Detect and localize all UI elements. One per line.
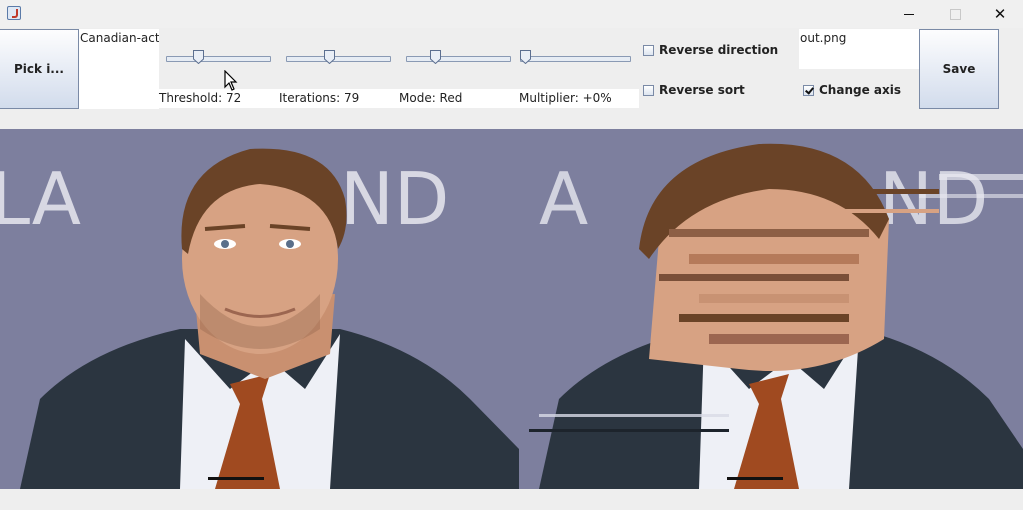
input-filename-field[interactable]: Canadian-acto [79, 29, 159, 109]
slider-thumb[interactable] [323, 50, 335, 64]
slider-track [286, 56, 391, 62]
slider-thumb[interactable] [429, 50, 441, 64]
close-icon: ✕ [993, 5, 1007, 23]
reverse-direction-label: Reverse direction [659, 43, 779, 57]
slider-track [520, 56, 631, 62]
minimize-button[interactable] [886, 0, 932, 28]
multiplier-label: Multiplier: +0% [519, 91, 612, 105]
mode-label: Mode: Red [399, 91, 463, 105]
svg-text:A: A [539, 157, 588, 241]
svg-text:ND: ND [879, 157, 988, 241]
threshold-label: Threshold: 72 [159, 91, 242, 105]
slider-track [166, 56, 271, 62]
svg-text:LA: LA [0, 157, 81, 241]
svg-text:ND: ND [340, 157, 449, 241]
slider-thumb[interactable] [193, 50, 205, 64]
reverse-sort-label: Reverse sort [659, 83, 745, 97]
mouse-pointer-icon [224, 70, 238, 91]
multiplier-slider[interactable] [520, 50, 631, 66]
sorted-image: A ND [519, 129, 1023, 489]
checkbox-box[interactable] [803, 84, 814, 96]
slider-track [406, 56, 511, 62]
threshold-slider[interactable] [166, 50, 271, 66]
reverse-direction-checkbox[interactable]: Reverse direction [643, 43, 778, 57]
pick-image-button[interactable]: Pick i... [0, 29, 79, 109]
image-area: LA ND A ND [0, 129, 1023, 489]
minimize-icon [904, 13, 914, 15]
slider-thumb[interactable] [520, 50, 531, 64]
iterations-label: Iterations: 79 [279, 91, 360, 105]
close-button[interactable]: ✕ [977, 0, 1023, 28]
checkbox-box[interactable] [643, 84, 654, 96]
maximize-icon [949, 8, 961, 20]
output-filename-field[interactable]: out.png [799, 29, 919, 69]
java-app-icon [7, 6, 21, 20]
mode-slider[interactable] [406, 50, 511, 66]
change-axis-label: Change axis [819, 83, 901, 97]
maximize-button[interactable] [932, 0, 978, 28]
iterations-slider[interactable] [286, 50, 391, 66]
checkbox-box[interactable] [643, 44, 654, 56]
title-bar: ✕ [0, 0, 1023, 28]
reverse-sort-checkbox[interactable]: Reverse sort [643, 83, 745, 97]
original-image: LA ND [0, 129, 519, 489]
save-button[interactable]: Save [919, 29, 999, 109]
change-axis-checkbox[interactable]: Change axis [803, 83, 901, 97]
